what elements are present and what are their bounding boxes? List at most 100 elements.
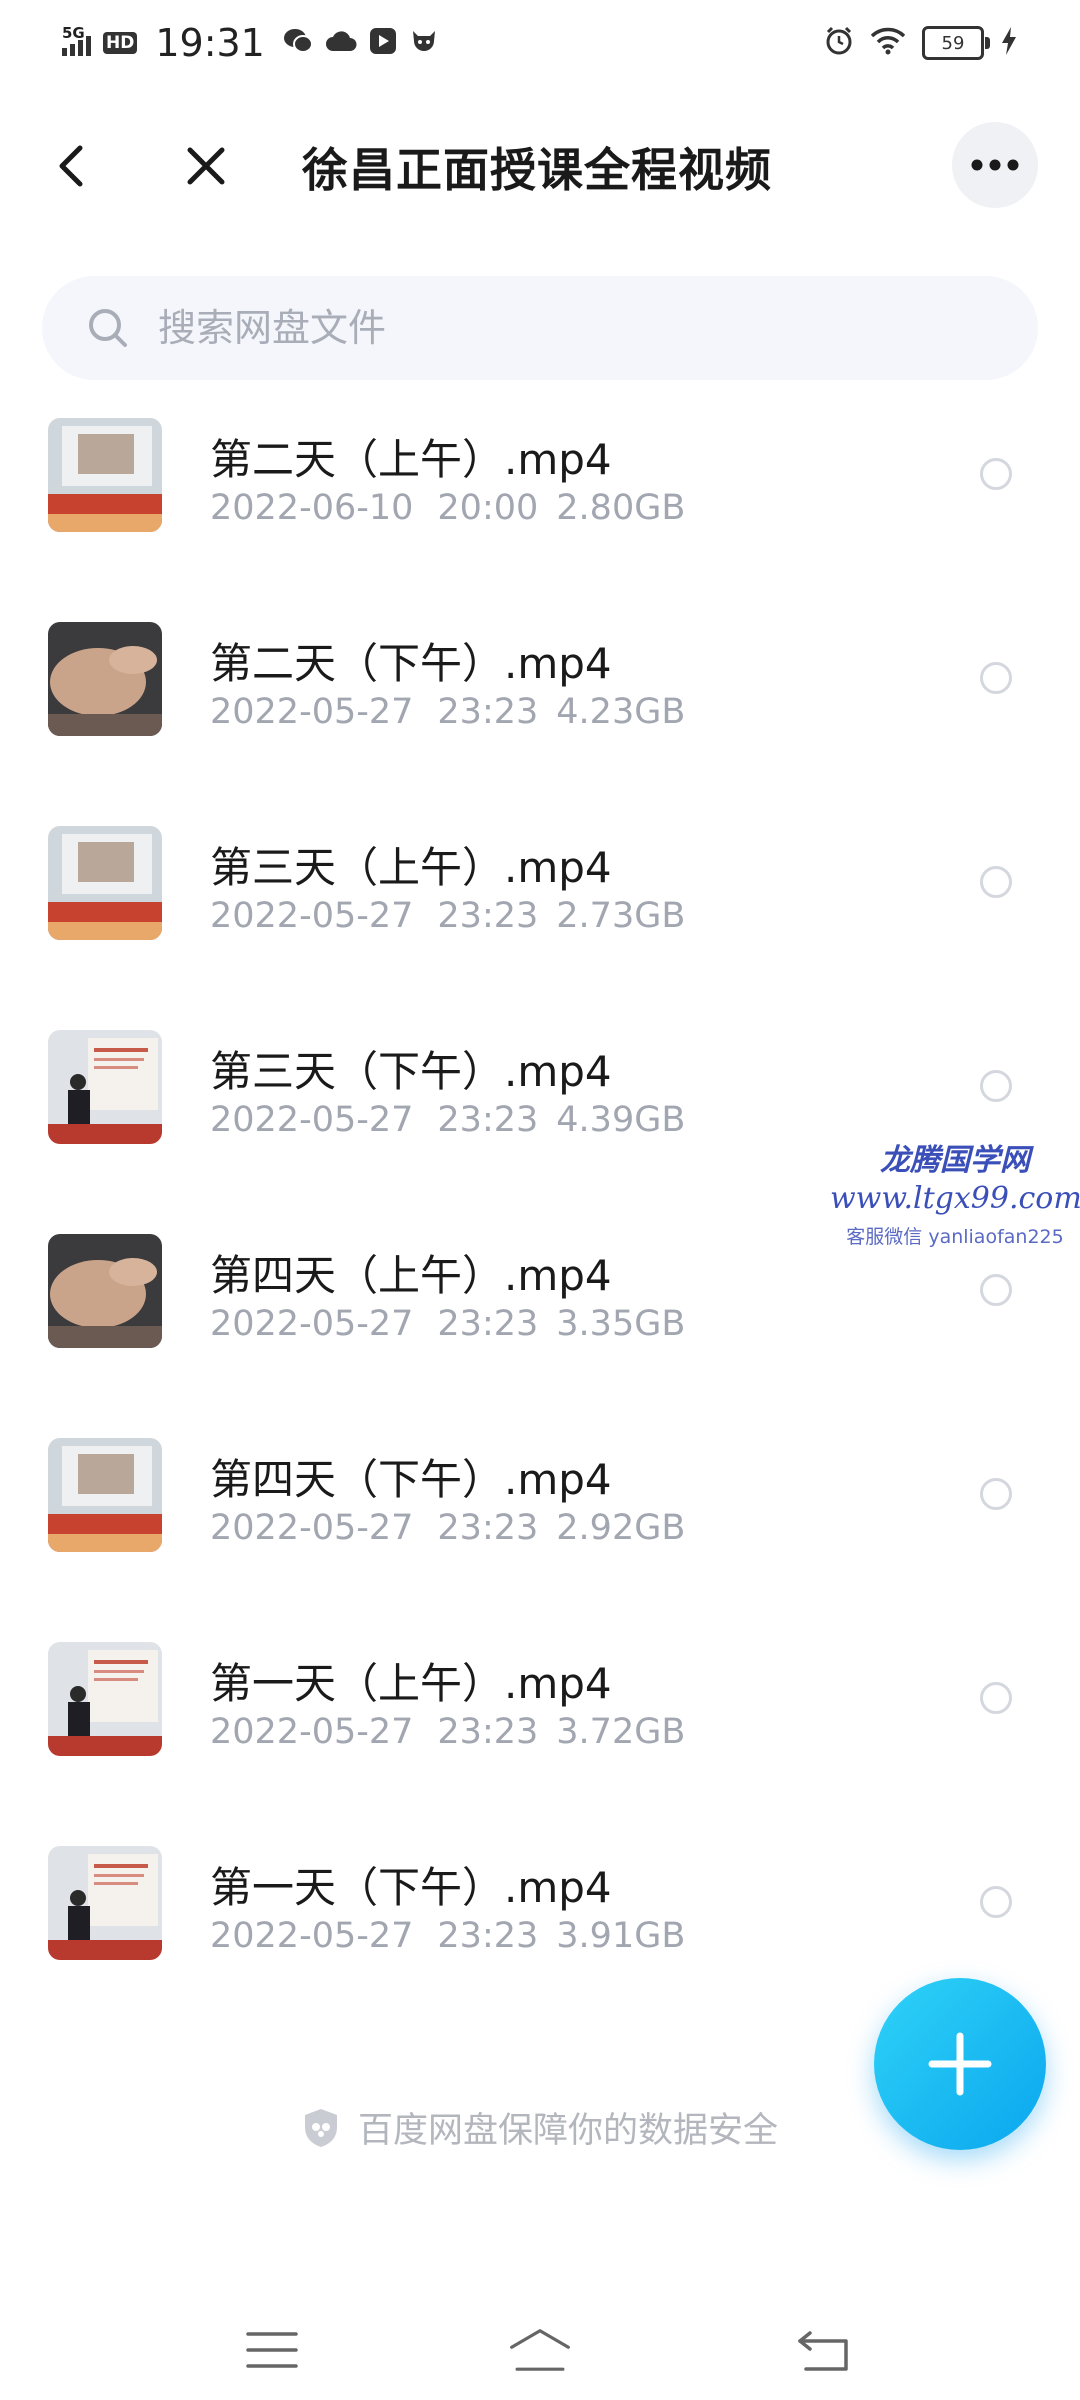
file-row[interactable]: 第三天（上午）.mp4 2022-05-27 23:23 2.73GB [0, 824, 1080, 1028]
file-name: 第三天（下午）.mp4 [210, 1047, 612, 1096]
security-text: 百度网盘保障你的数据安全 [357, 2111, 778, 2151]
select-checkbox[interactable] [980, 662, 1012, 694]
watermark-contact: 客服微信 yanliaofan225 [846, 1226, 1064, 1248]
file-time: 23:23 [437, 1304, 539, 1344]
video-thumbnail-icon [48, 622, 162, 736]
file-date: 2022-05-27 [210, 896, 414, 936]
video-thumbnail [48, 1846, 162, 1960]
video-thumbnail-icon [48, 826, 162, 940]
file-name: 第二天（上午）.mp4 [210, 435, 612, 484]
video-thumbnail [48, 1030, 162, 1144]
back-button[interactable] [44, 138, 100, 194]
more-dots-icon [971, 159, 1019, 171]
back-nav-button[interactable] [792, 2318, 856, 2382]
select-checkbox[interactable] [980, 1274, 1012, 1306]
file-row[interactable]: 第四天（下午）.mp4 2022-05-27 23:23 2.92GB [0, 1436, 1080, 1640]
header: 徐昌正面授课全程视频 [0, 108, 1080, 224]
file-size: 2.92GB [556, 1508, 686, 1548]
file-date: 2022-05-27 [210, 1508, 414, 1548]
security-note: 百度网盘保障你的数据安全 [0, 2102, 1080, 2153]
select-checkbox[interactable] [980, 1886, 1012, 1918]
file-meta: 2022-06-10 20:00 2.80GB [210, 488, 685, 528]
file-row[interactable]: 第一天（上午）.mp4 2022-05-27 23:23 3.72GB [0, 1640, 1080, 1844]
file-name: 第四天（上午）.mp4 [210, 1251, 612, 1300]
home-nav-button[interactable] [508, 2318, 572, 2382]
file-meta: 2022-05-27 23:23 2.73GB [210, 896, 685, 936]
more-options-button[interactable] [952, 122, 1038, 208]
return-icon [798, 2331, 848, 2371]
file-size: 4.39GB [556, 1100, 686, 1140]
video-thumbnail [48, 418, 162, 532]
menu-icon [246, 2332, 298, 2368]
file-date: 2022-05-27 [210, 1100, 414, 1140]
file-time: 23:23 [437, 1100, 539, 1140]
status-time: 19:31 [155, 21, 265, 65]
file-meta: 2022-05-27 23:23 4.23GB [210, 692, 685, 732]
watermark-url: www.ltgx99.com [830, 1181, 1080, 1216]
system-nav-bar [0, 2300, 1080, 2400]
file-size: 3.91GB [556, 1916, 686, 1956]
file-meta: 2022-05-27 23:23 3.35GB [210, 1304, 685, 1344]
signal-icon: 5G [62, 24, 91, 56]
page-title: 徐昌正面授课全程视频 [302, 143, 772, 197]
file-date: 2022-06-10 [210, 488, 414, 528]
file-size: 2.73GB [556, 896, 686, 936]
file-date: 2022-05-27 [210, 1916, 414, 1956]
video-thumbnail [48, 1642, 162, 1756]
select-checkbox[interactable] [980, 1682, 1012, 1714]
video-thumbnail [48, 1234, 162, 1348]
video-thumbnail [48, 622, 162, 736]
video-thumbnail-icon [48, 1642, 162, 1756]
cloud-icon [325, 29, 357, 57]
select-checkbox[interactable] [980, 866, 1012, 898]
file-meta: 2022-05-27 23:23 2.92GB [210, 1508, 685, 1548]
plus-icon [928, 2032, 992, 2096]
file-row[interactable]: 第二天（上午）.mp4 2022-06-10 20:00 2.80GB [0, 416, 1080, 620]
file-name: 第一天（上午）.mp4 [210, 1659, 612, 1708]
file-name: 第二天（下午）.mp4 [210, 639, 612, 688]
select-checkbox[interactable] [980, 458, 1012, 490]
file-size: 4.23GB [556, 692, 686, 732]
file-time: 23:23 [437, 1712, 539, 1752]
app-notification-icon [409, 27, 439, 59]
file-meta: 2022-05-27 23:23 3.72GB [210, 1712, 685, 1752]
watermark-title: 龙腾国学网 [880, 1143, 1030, 1178]
file-time: 20:00 [437, 488, 539, 528]
file-date: 2022-05-27 [210, 692, 414, 732]
file-size: 3.35GB [556, 1304, 686, 1344]
alarm-icon [824, 26, 854, 60]
search-bar[interactable] [42, 276, 1038, 380]
file-time: 23:23 [437, 692, 539, 732]
close-button[interactable] [178, 138, 234, 194]
video-thumbnail-icon [48, 418, 162, 532]
file-row[interactable]: 第二天（下午）.mp4 2022-05-27 23:23 4.23GB [0, 620, 1080, 824]
status-bar: 5G HD 19:31 59 [0, 0, 1080, 80]
select-checkbox[interactable] [980, 1070, 1012, 1102]
file-name: 第四天（下午）.mp4 [210, 1455, 612, 1504]
watermark: 龙腾国学网 www.ltgx99.com 客服微信 yanliaofan225 [830, 1135, 1080, 1249]
file-date: 2022-05-27 [210, 1304, 414, 1344]
file-time: 23:23 [437, 896, 539, 936]
video-thumbnail-icon [48, 1234, 162, 1348]
file-time: 23:23 [437, 1508, 539, 1548]
file-meta: 2022-05-27 23:23 4.39GB [210, 1100, 685, 1140]
select-checkbox[interactable] [980, 1478, 1012, 1510]
chevron-left-icon [59, 145, 83, 187]
wifi-icon [870, 27, 906, 59]
file-row[interactable]: 第四天（上午）.mp4 2022-05-27 23:23 3.35GB [0, 1232, 1080, 1436]
search-icon [89, 309, 127, 347]
file-size: 3.72GB [556, 1712, 686, 1752]
file-size: 2.80GB [556, 488, 686, 528]
menu-nav-button[interactable] [240, 2318, 304, 2382]
video-thumbnail [48, 1438, 162, 1552]
file-name: 第一天（下午）.mp4 [210, 1863, 612, 1912]
search-input[interactable] [156, 305, 960, 351]
status-right: 59 [824, 18, 1018, 68]
charging-icon [1000, 26, 1018, 60]
file-meta: 2022-05-27 23:23 3.91GB [210, 1916, 685, 1956]
hd-badge: HD [103, 32, 138, 54]
status-left: 5G HD 19:31 [62, 18, 439, 68]
video-thumbnail [48, 826, 162, 940]
video-thumbnail-icon [48, 1030, 162, 1144]
battery-indicator: 59 [922, 26, 990, 60]
